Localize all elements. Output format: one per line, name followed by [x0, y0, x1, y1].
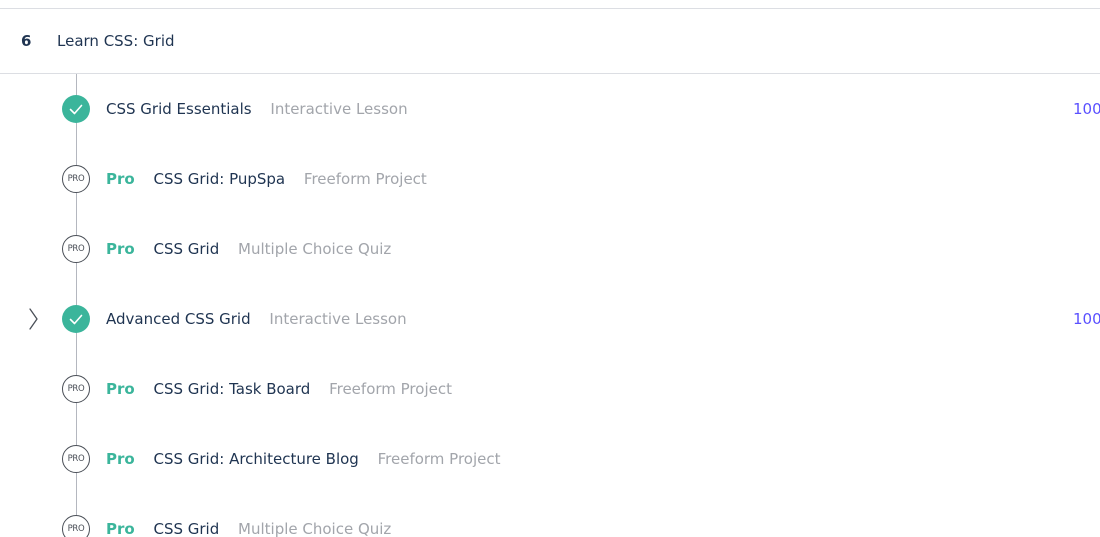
lesson-row[interactable]: Advanced CSS Grid Interactive Lesson 100 [0, 304, 1100, 334]
item-type: Freeform Project [377, 450, 501, 468]
module-header[interactable]: 6 Learn CSS: Grid [0, 9, 1100, 74]
check-circle-icon [62, 305, 90, 333]
module-number: 6 [21, 32, 32, 50]
lesson-row[interactable]: PRO Pro CSS Grid: PupSpa Freeform Projec… [0, 164, 1100, 194]
lesson-row[interactable]: CSS Grid Essentials Interactive Lesson 1… [0, 94, 1100, 124]
pro-badge: Pro [106, 520, 135, 537]
check-circle-icon [62, 95, 90, 123]
pro-badge: Pro [106, 380, 135, 398]
item-type: Multiple Choice Quiz [238, 240, 392, 258]
pro-lock-icon: PRO [62, 235, 90, 263]
item-title[interactable]: Advanced CSS Grid [106, 310, 251, 328]
lesson-row[interactable]: PRO Pro CSS Grid Multiple Choice Quiz [0, 234, 1100, 264]
pro-badge: Pro [106, 450, 135, 468]
item-title[interactable]: CSS Grid [153, 240, 219, 258]
item-title[interactable]: CSS Grid [153, 520, 219, 537]
chevron-right-icon[interactable] [27, 307, 41, 335]
item-title[interactable]: CSS Grid: Task Board [153, 380, 310, 398]
pro-badge: Pro [106, 170, 135, 188]
item-type: Freeform Project [303, 170, 427, 188]
item-type: Interactive Lesson [269, 310, 407, 328]
lesson-row[interactable]: PRO Pro CSS Grid: Architecture Blog Free… [0, 444, 1100, 474]
pro-badge: Pro [106, 240, 135, 258]
pro-lock-icon: PRO [62, 165, 90, 193]
lesson-row[interactable]: PRO Pro CSS Grid Multiple Choice Quiz [0, 514, 1100, 537]
item-type: Multiple Choice Quiz [238, 520, 392, 537]
pro-lock-icon: PRO [62, 375, 90, 403]
lesson-row[interactable]: PRO Pro CSS Grid: Task Board Freeform Pr… [0, 374, 1100, 404]
syllabus-page: 6 Learn CSS: Grid CSS Grid Essentials In… [0, 0, 1100, 537]
item-title[interactable]: CSS Grid: Architecture Blog [153, 450, 358, 468]
pro-lock-icon: PRO [62, 515, 90, 537]
item-score: 100 [1073, 310, 1100, 328]
item-score: 100 [1073, 100, 1100, 118]
item-type: Freeform Project [329, 380, 452, 398]
item-title[interactable]: CSS Grid Essentials [106, 100, 252, 118]
item-title[interactable]: CSS Grid: PupSpa [153, 170, 285, 188]
module-title: Learn CSS: Grid [57, 32, 175, 50]
item-type: Interactive Lesson [270, 100, 408, 118]
pro-lock-icon: PRO [62, 445, 90, 473]
